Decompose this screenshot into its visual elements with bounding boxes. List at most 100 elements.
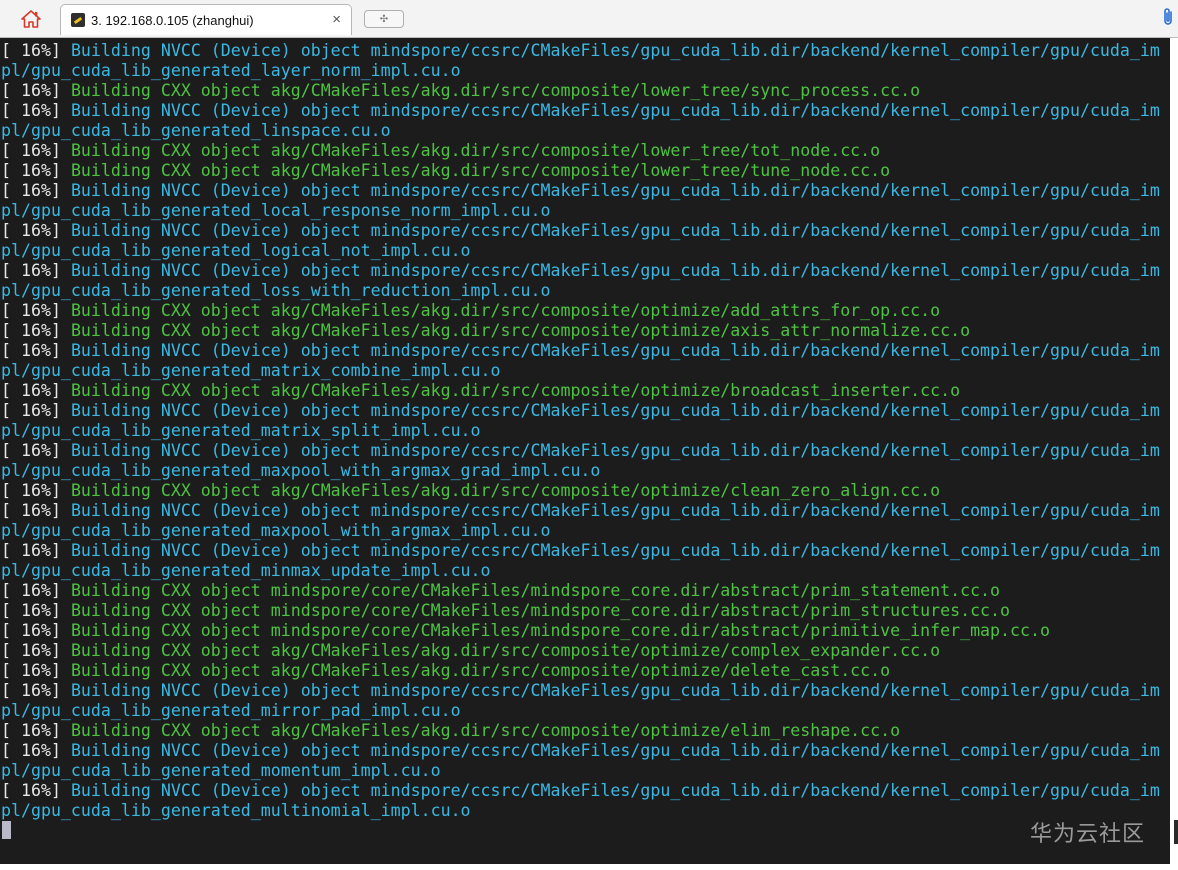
nvcc-build-text: pl/gpu_cuda_lib_generated_local_response… (1, 201, 551, 220)
new-tab-icon: ✣ (379, 13, 389, 25)
progress-prefix: [ 16%] (1, 501, 71, 520)
terminal-line: pl/gpu_cuda_lib_generated_momentum_impl.… (1, 761, 441, 781)
terminal-line: [ 16%] Building CXX object mindspore/cor… (1, 621, 1050, 641)
progress-prefix: [ 16%] (1, 641, 71, 660)
progress-prefix: [ 16%] (1, 681, 71, 700)
tab-bar: 3. 192.168.0.105 (zhanghui) × ✣ (0, 0, 1178, 38)
nvcc-build-text: pl/gpu_cuda_lib_generated_maxpool_with_a… (1, 521, 551, 540)
nvcc-build-text: Building NVCC (Device) object mindspore/… (70, 221, 1160, 240)
nvcc-build-text: Building NVCC (Device) object mindspore/… (70, 261, 1160, 280)
terminal-line: [ 16%] Building NVCC (Device) object min… (1, 541, 1160, 561)
nvcc-build-text: Building NVCC (Device) object mindspore/… (70, 541, 1160, 560)
terminal-line: [ 16%] Building CXX object akg/CMakeFile… (1, 381, 960, 401)
terminal-line: pl/gpu_cuda_lib_generated_matrix_split_i… (1, 421, 481, 441)
cxx-build-text: Building CXX object akg/CMakeFiles/akg.d… (70, 81, 921, 100)
watermark-text: 华为云社区 (1030, 822, 1146, 847)
progress-prefix: [ 16%] (1, 541, 71, 560)
terminal-line: [ 16%] Building NVCC (Device) object min… (1, 261, 1160, 281)
cxx-build-text: Building CXX object akg/CMakeFiles/akg.d… (70, 141, 881, 160)
terminal-line: [ 16%] Building CXX object akg/CMakeFile… (1, 721, 900, 741)
cxx-build-text: Building CXX object mindspore/core/CMake… (70, 601, 1011, 620)
terminal-line: [ 16%] Building CXX object akg/CMakeFile… (1, 141, 880, 161)
terminal-session-icon (71, 13, 85, 27)
nvcc-build-text: pl/gpu_cuda_lib_generated_layer_norm_imp… (1, 61, 461, 80)
progress-prefix: [ 16%] (1, 301, 71, 320)
home-icon (21, 10, 41, 28)
terminal-line: pl/gpu_cuda_lib_generated_minmax_update_… (1, 561, 491, 581)
progress-prefix: [ 16%] (1, 601, 71, 620)
progress-prefix: [ 16%] (1, 321, 71, 340)
progress-prefix: [ 16%] (1, 161, 71, 180)
terminal-line: pl/gpu_cuda_lib_generated_matrix_combine… (1, 361, 501, 381)
window-edge (1170, 38, 1178, 864)
progress-prefix: [ 16%] (1, 221, 71, 240)
terminal-line: pl/gpu_cuda_lib_generated_maxpool_with_a… (1, 521, 550, 541)
cxx-build-text: Building CXX object akg/CMakeFiles/akg.d… (70, 481, 941, 500)
progress-prefix: [ 16%] (1, 741, 71, 760)
tab-close-button[interactable]: × (332, 11, 341, 29)
terminal-line: [ 16%] Building NVCC (Device) object min… (1, 101, 1160, 121)
terminal-line: pl/gpu_cuda_lib_generated_logical_not_im… (1, 241, 471, 261)
terminal-output[interactable]: [ 16%] Building NVCC (Device) object min… (0, 38, 1170, 864)
terminal-line: [ 16%] Building NVCC (Device) object min… (1, 681, 1160, 701)
nvcc-build-text: Building NVCC (Device) object mindspore/… (70, 441, 1160, 460)
progress-prefix: [ 16%] (1, 721, 71, 740)
progress-prefix: [ 16%] (1, 661, 71, 680)
terminal-line: [ 16%] Building CXX object akg/CMakeFile… (1, 641, 940, 661)
terminal-line: pl/gpu_cuda_lib_generated_maxpool_with_a… (1, 461, 600, 481)
cxx-build-text: Building CXX object akg/CMakeFiles/akg.d… (70, 381, 961, 400)
new-tab-button[interactable]: ✣ (364, 10, 404, 28)
terminal-line: [ 16%] Building CXX object mindspore/cor… (1, 601, 1010, 621)
terminal-line: [ 16%] Building NVCC (Device) object min… (1, 401, 1160, 421)
nvcc-build-text: Building NVCC (Device) object mindspore/… (70, 741, 1160, 760)
terminal-line: [ 16%] Building NVCC (Device) object min… (1, 221, 1160, 241)
terminal-line: [ 16%] Building NVCC (Device) object min… (1, 341, 1160, 361)
cxx-build-text: Building CXX object akg/CMakeFiles/akg.d… (70, 641, 941, 660)
terminal-line: pl/gpu_cuda_lib_generated_layer_norm_imp… (1, 61, 461, 81)
nvcc-build-text: Building NVCC (Device) object mindspore/… (70, 181, 1160, 200)
terminal-line: pl/gpu_cuda_lib_generated_linspace.cu.o (1, 121, 391, 141)
nvcc-build-text: pl/gpu_cuda_lib_generated_matrix_split_i… (1, 421, 481, 440)
progress-prefix: [ 16%] (1, 41, 71, 60)
cxx-build-text: Building CXX object mindspore/core/CMake… (70, 621, 1050, 640)
nvcc-build-text: Building NVCC (Device) object mindspore/… (70, 101, 1160, 120)
progress-prefix: [ 16%] (1, 341, 71, 360)
terminal-line: pl/gpu_cuda_lib_generated_local_response… (1, 201, 550, 221)
terminal-line: [ 16%] Building CXX object akg/CMakeFile… (1, 81, 920, 101)
cxx-build-text: Building CXX object akg/CMakeFiles/akg.d… (70, 301, 941, 320)
terminal-line: [ 16%] Building CXX object akg/CMakeFile… (1, 661, 890, 681)
progress-prefix: [ 16%] (1, 101, 71, 120)
nvcc-build-text: pl/gpu_cuda_lib_generated_multinomial_im… (1, 801, 471, 820)
terminal-line: [ 16%] Building NVCC (Device) object min… (1, 741, 1160, 761)
nvcc-build-text: pl/gpu_cuda_lib_generated_maxpool_with_a… (1, 461, 601, 480)
nvcc-build-text: pl/gpu_cuda_lib_generated_linspace.cu.o (1, 121, 391, 140)
nvcc-build-text: Building NVCC (Device) object mindspore/… (70, 341, 1160, 360)
progress-prefix: [ 16%] (1, 581, 71, 600)
attach-button[interactable] (1160, 6, 1176, 28)
nvcc-build-text: pl/gpu_cuda_lib_generated_minmax_update_… (1, 561, 491, 580)
session-tab[interactable]: 3. 192.168.0.105 (zhanghui) × (60, 4, 352, 35)
nvcc-build-text: Building NVCC (Device) object mindspore/… (70, 781, 1160, 800)
terminal-line: pl/gpu_cuda_lib_generated_mirror_pad_imp… (1, 701, 461, 721)
nvcc-build-text: pl/gpu_cuda_lib_generated_momentum_impl.… (1, 761, 441, 780)
scrollbar-thumb[interactable] (1174, 820, 1178, 844)
terminal-line: [ 16%] Building NVCC (Device) object min… (1, 501, 1160, 521)
nvcc-build-text: Building NVCC (Device) object mindspore/… (70, 681, 1160, 700)
progress-prefix: [ 16%] (1, 181, 71, 200)
nvcc-build-text: Building NVCC (Device) object mindspore/… (70, 501, 1160, 520)
terminal-line: pl/gpu_cuda_lib_generated_loss_with_redu… (1, 281, 550, 301)
progress-prefix: [ 16%] (1, 381, 71, 400)
terminal-line: [ 16%] Building NVCC (Device) object min… (1, 181, 1160, 201)
progress-prefix: [ 16%] (1, 441, 71, 460)
tab-title: 3. 192.168.0.105 (zhanghui) (91, 12, 254, 28)
nvcc-build-text: pl/gpu_cuda_lib_generated_matrix_combine… (1, 361, 501, 380)
nvcc-build-text: Building NVCC (Device) object mindspore/… (70, 401, 1160, 420)
nvcc-build-text: Building NVCC (Device) object mindspore/… (70, 41, 1160, 60)
nvcc-build-text: pl/gpu_cuda_lib_generated_loss_with_redu… (1, 281, 551, 300)
progress-prefix: [ 16%] (1, 141, 71, 160)
home-button[interactable] (8, 4, 54, 34)
paperclip-icon (1164, 8, 1172, 25)
cxx-build-text: Building CXX object akg/CMakeFiles/akg.d… (70, 321, 971, 340)
terminal-line: [ 16%] Building NVCC (Device) object min… (1, 41, 1160, 61)
terminal-line: [ 16%] Building CXX object akg/CMakeFile… (1, 321, 970, 341)
